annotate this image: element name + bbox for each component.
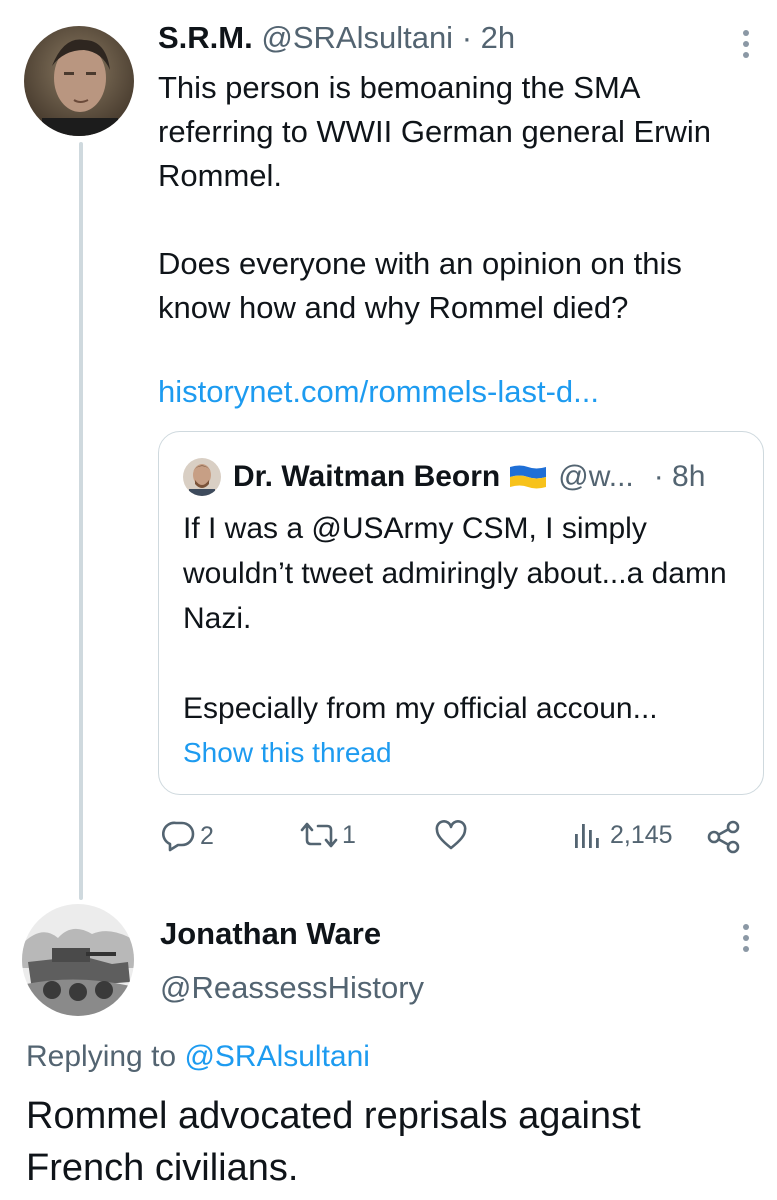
retweet-button[interactable]: 1 [298,820,356,850]
quoted-tweet-time: · 8h [653,460,706,493]
author-handle[interactable]: @SRAlsultani [261,20,453,55]
tweet-actions-bar: 2 1 2,145 [158,820,758,860]
replying-to-mention[interactable]: @SRAlsultani [184,1040,370,1073]
retweet-count: 1 [342,820,356,849]
reply-more-options-icon[interactable] [742,924,750,957]
quoted-tweet[interactable]: Dr. Waitman Beorn @w... · 8h If I was a … [158,431,764,795]
views-count: 2,145 [610,820,673,849]
heart-icon [435,820,467,850]
reply-button[interactable]: 2 [162,820,214,852]
share-button[interactable] [706,820,742,854]
quoted-author-name: Dr. Waitman Beorn [233,460,501,493]
like-button[interactable] [434,820,468,852]
thread-connector-line [79,142,83,900]
reply-author-handle[interactable]: @ReassessHistory [160,970,424,1006]
tweet-text: This person is bemoaning the SMA referri… [158,70,712,325]
reply-author-name[interactable]: Jonathan Ware [160,916,381,952]
tweet-time[interactable]: · 2h [462,20,515,55]
replying-to-label: Replying to [26,1040,177,1073]
ukraine-flag-icon [508,463,548,491]
reply-count: 2 [200,821,214,850]
reply-icon [162,821,195,852]
author-avatar[interactable] [24,26,134,136]
author-name[interactable]: S.R.M. [158,20,253,55]
quoted-author-handle: @w... [558,460,634,493]
share-icon [707,820,740,854]
more-options-icon[interactable] [742,30,750,63]
quoted-tweet-text: If I was a @USArmy CSM, I simply wouldn’… [183,512,727,725]
views-button[interactable]: 2,145 [572,820,673,850]
replying-to-line: Replying to @SRAlsultani [26,1040,370,1074]
reply-author-avatar[interactable] [22,904,134,1016]
quoted-tweet-header: Dr. Waitman Beorn @w... · 8h [183,458,705,496]
quoted-author-avatar [183,458,221,496]
views-icon [575,824,599,848]
show-thread-link[interactable]: Show this thread [183,737,392,769]
reply-text: Rommel advocated reprisals against Frenc… [26,1095,641,1189]
tweet-header: S.R.M. @SRAlsultani · 2h [158,20,515,56]
tweet-link[interactable]: historynet.com/rommels-last-d... [158,374,599,410]
retweet-icon [300,822,338,848]
